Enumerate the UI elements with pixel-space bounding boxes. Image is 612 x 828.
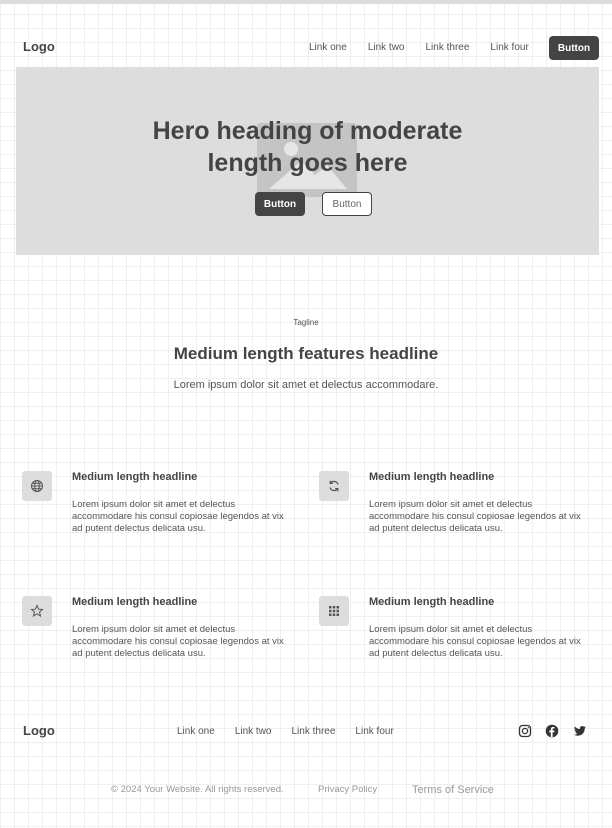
twitter-icon[interactable]	[573, 724, 587, 738]
footer-link-three[interactable]: Link three	[292, 726, 336, 737]
refresh-icon	[319, 471, 349, 501]
footer-link-one[interactable]: Link one	[177, 726, 215, 737]
feature-body: Lorem ipsum dolor sit amet et delectus a…	[369, 499, 581, 534]
features-description: Lorem ipsum dolor sit amet et delectus a…	[173, 379, 439, 391]
feature-item: Medium length headline Lorem ipsum dolor…	[319, 471, 589, 551]
hero-section: Hero heading of moderate length goes her…	[16, 67, 599, 255]
navbar: Logo Link one Link two Link three Link f…	[0, 34, 612, 62]
copyright-text: © 2024 Your Website. All rights reserved…	[111, 784, 284, 795]
hero-primary-button[interactable]: Button	[255, 192, 305, 216]
hero-heading-line1: Hero heading of moderate	[152, 117, 463, 145]
facebook-icon[interactable]	[545, 724, 559, 738]
instagram-icon[interactable]	[518, 724, 532, 738]
feature-headline: Medium length headline	[72, 596, 198, 608]
star-icon	[22, 596, 52, 626]
nav-link-four[interactable]: Link four	[490, 42, 528, 53]
footer-links: Link one Link two Link three Link four	[177, 726, 414, 737]
top-border	[0, 0, 612, 4]
feature-item: Medium length headline Lorem ipsum dolor…	[22, 471, 292, 551]
privacy-policy-link[interactable]: Privacy Policy	[318, 784, 377, 795]
hero-heading: Hero heading of moderate length goes her…	[16, 115, 599, 179]
hero-secondary-button[interactable]: Button	[322, 192, 372, 216]
feature-body: Lorem ipsum dolor sit amet et delectus a…	[72, 499, 284, 534]
nav-link-three[interactable]: Link three	[426, 42, 470, 53]
nav-link-two[interactable]: Link two	[368, 42, 405, 53]
nav-logo[interactable]: Logo	[23, 39, 55, 54]
hero-heading-line2: length goes here	[207, 149, 408, 177]
features-headline: Medium length features headline	[173, 344, 439, 363]
feature-body: Lorem ipsum dolor sit amet et delectus a…	[72, 624, 284, 659]
nav-button[interactable]: Button	[549, 36, 599, 60]
feature-headline: Medium length headline	[369, 471, 495, 483]
globe-icon	[22, 471, 52, 501]
feature-body: Lorem ipsum dolor sit amet et delectus a…	[369, 624, 581, 659]
footer-link-four[interactable]: Link four	[355, 726, 393, 737]
terms-of-service-link[interactable]: Terms of Service	[412, 784, 494, 796]
footer-logo[interactable]: Logo	[23, 723, 55, 738]
feature-item: Medium length headline Lorem ipsum dolor…	[319, 596, 589, 676]
nav-link-one[interactable]: Link one	[309, 42, 347, 53]
feature-headline: Medium length headline	[72, 471, 198, 483]
feature-item: Medium length headline Lorem ipsum dolor…	[22, 596, 292, 676]
features-tagline: Tagline	[293, 318, 319, 327]
nav-links: Link one Link two Link three Link four	[309, 42, 550, 53]
grid-icon	[319, 596, 349, 626]
feature-headline: Medium length headline	[369, 596, 495, 608]
footer-link-two[interactable]: Link two	[235, 726, 272, 737]
